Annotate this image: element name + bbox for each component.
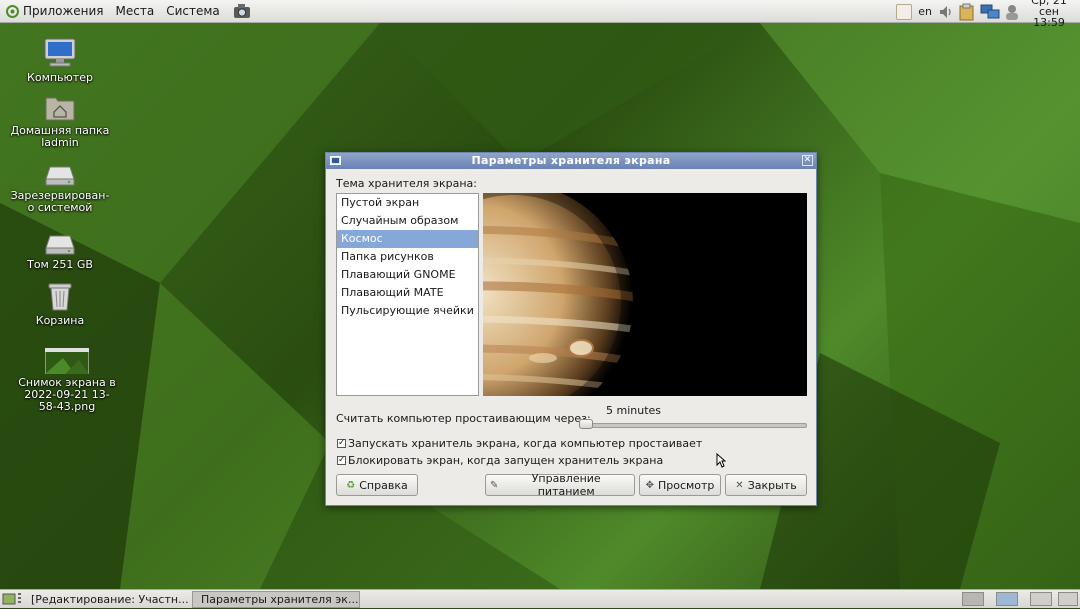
close-button[interactable]: ✕ Закрыть <box>725 474 807 496</box>
theme-label: Тема хранителя экрана: <box>336 177 477 190</box>
system-menu[interactable]: Система <box>160 0 226 23</box>
power-management-button-label: Управление питанием <box>531 472 601 498</box>
home-folder-icon <box>45 97 75 121</box>
theme-item-selected[interactable]: Космос <box>337 230 478 248</box>
lock-screen-checkbox[interactable]: ✓ <box>337 456 346 465</box>
mouse-pointer-icon <box>716 453 726 468</box>
desktop-icon-trash[interactable]: Корзина <box>10 280 110 327</box>
idle-delay-slider-track[interactable] <box>580 423 807 428</box>
close-button-label: Закрыть <box>747 478 797 492</box>
dialog-title: Параметры хранителя экрана <box>471 154 671 167</box>
close-x-icon: ✕ <box>735 479 744 491</box>
lock-screen-checkbox-row[interactable]: ✓ Блокировать экран, когда запущен храни… <box>337 454 663 467</box>
theme-item[interactable]: Плавающий GNOME <box>337 266 478 284</box>
activate-when-idle-checkbox-row[interactable]: ✓ Запускать хранитель экрана, когда комп… <box>337 437 702 450</box>
mate-logo-icon <box>6 4 19 18</box>
desktop-icon-home[interactable]: Домашняя папка ladmin <box>10 92 110 149</box>
applications-menu-label: Приложения <box>23 3 104 18</box>
desktop-icon-label: Домашняя папка ladmin <box>10 124 110 149</box>
help-button[interactable]: ♻ Справка <box>336 474 418 496</box>
theme-item[interactable]: Папка рисунков <box>337 248 478 266</box>
jupiter-preview-image <box>483 193 807 396</box>
power-management-button[interactable]: ✎ Управление питанием <box>485 472 635 498</box>
desktop-icon-label: Корзина <box>35 314 85 327</box>
clipboard-icon[interactable] <box>958 3 976 21</box>
activate-when-idle-checkbox[interactable]: ✓ <box>337 439 346 448</box>
fullscreen-icon: ✥ <box>645 479 654 491</box>
help-icon: ♻ <box>346 479 356 491</box>
notes-icon[interactable] <box>896 3 913 20</box>
power-icon: ✎ <box>490 479 499 491</box>
theme-item[interactable]: Пустой экран <box>337 194 478 212</box>
top-panel: Приложения Места Система en Ср, 21 сен 1… <box>0 0 1080 28</box>
keyboard-layout-indicator[interactable]: en <box>918 5 932 18</box>
screensaver-preview <box>483 193 807 396</box>
dialog-titlebar[interactable]: Параметры хранителя экрана ✕ <box>326 153 816 169</box>
lock-screen-label: Блокировать экран, когда запущен храните… <box>348 454 664 467</box>
activate-when-idle-label: Запускать хранитель экрана, когда компью… <box>348 437 703 450</box>
trash-icon <box>48 283 72 311</box>
applications-menu[interactable]: Приложения <box>0 0 110 23</box>
taskbar-item-label: [Редактирование: Участн... <box>31 593 189 606</box>
desktop-icon-label: Том 251 GB <box>27 258 93 271</box>
clock-date: Ср, 21 сен <box>1031 0 1067 18</box>
places-menu[interactable]: Места <box>110 0 161 23</box>
clock-time: 13:59 <box>1033 16 1065 29</box>
network-icon[interactable] <box>980 3 1000 21</box>
desktop-icon-computer[interactable]: Компьютер <box>10 37 110 84</box>
screenshot-launcher[interactable] <box>232 1 252 21</box>
desktop-icon-screenshot[interactable]: Снимок экрана в 2022-09-21 13-58-43.png <box>17 348 117 413</box>
computer-icon <box>44 38 76 67</box>
close-icon[interactable]: ✕ <box>802 155 813 166</box>
image-thumbnail-icon <box>45 348 89 374</box>
workspace-4[interactable] <box>1058 592 1078 606</box>
taskbar-item-active[interactable]: Параметры хранителя эк... <box>192 591 360 608</box>
workspace-1[interactable] <box>962 592 984 606</box>
preview-button[interactable]: ✥ Просмотр <box>639 474 721 496</box>
help-button-label: Справка <box>359 478 408 492</box>
window-menu-icon[interactable] <box>330 155 341 166</box>
workspace-3[interactable] <box>1030 592 1052 606</box>
volume-icon[interactable] <box>938 4 954 20</box>
drive-icon <box>45 235 75 255</box>
desktop-icon-label: Снимок экрана в 2022-09-21 13-58-43.png <box>18 376 116 413</box>
taskbar-item-label: Параметры хранителя эк... <box>201 593 359 606</box>
idle-delay-value: 5 minutes <box>606 404 662 417</box>
user-status-icon[interactable] <box>1004 3 1020 21</box>
theme-list[interactable]: Пустой экран Случайным образом Космос Па… <box>336 193 479 396</box>
screensaver-preferences-dialog: Параметры хранителя экрана ✕ Тема хранит… <box>325 152 817 506</box>
taskbar-item[interactable]: [Редактирование: Участн... <box>23 591 191 608</box>
idle-delay-slider-handle[interactable] <box>579 419 593 429</box>
desktop-icon-reserved[interactable]: Зарезервирован-о системой <box>10 163 110 214</box>
theme-item[interactable]: Случайным образом <box>337 212 478 230</box>
drive-icon <box>45 166 75 186</box>
clock[interactable]: Ср, 21 сен 13:59 <box>1024 0 1074 28</box>
camera-icon <box>233 4 250 18</box>
theme-item[interactable]: Пульсирующие ячейки <box>337 302 478 320</box>
preview-button-label: Просмотр <box>657 478 715 492</box>
panel-handle[interactable] <box>18 593 21 605</box>
theme-item[interactable]: Плавающий MATE <box>337 284 478 302</box>
show-desktop-icon <box>2 593 16 605</box>
desktop-icon-label: Зарезервирован-о системой <box>10 189 110 214</box>
idle-delay-label: Считать компьютер простаивающим через: <box>336 412 591 425</box>
workspace-2[interactable] <box>996 592 1018 606</box>
show-desktop-button[interactable] <box>2 592 16 606</box>
bottom-panel: [Редактирование: Участн... Параметры хра… <box>0 589 1080 608</box>
desktop-icon-label: Компьютер <box>27 71 93 84</box>
desktop-icon-volume[interactable]: Том 251 GB <box>10 232 110 271</box>
